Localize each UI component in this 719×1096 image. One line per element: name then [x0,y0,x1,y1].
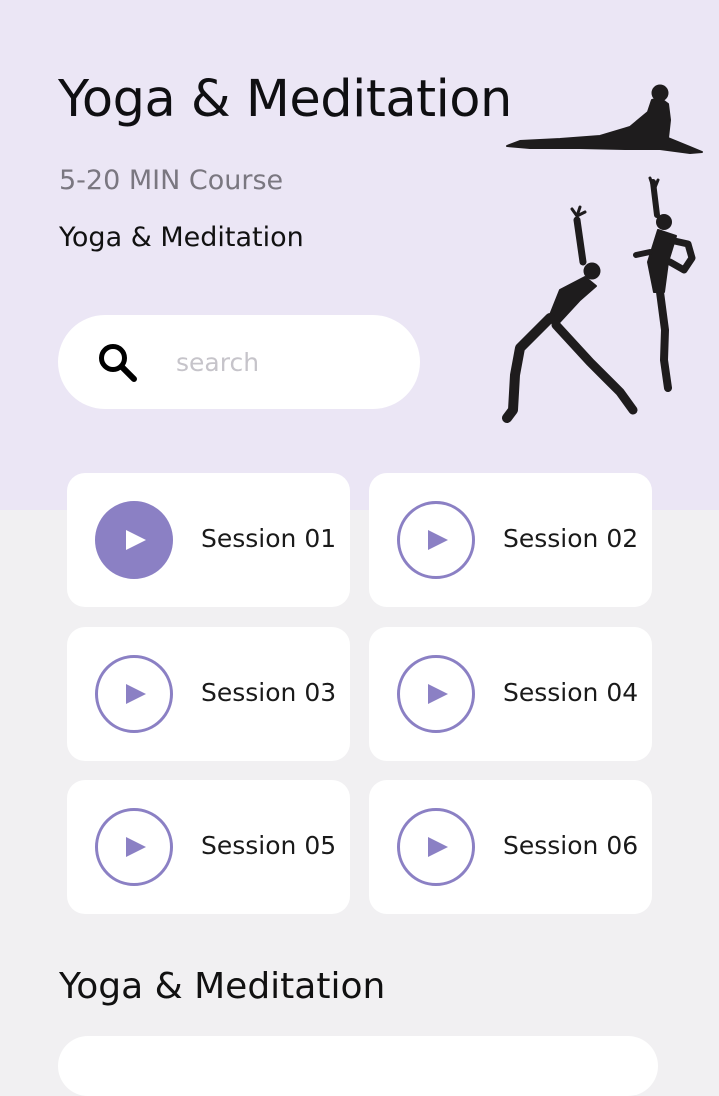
yoga-poses-illustration [502,84,703,423]
session-card-03[interactable]: Session 03 [67,627,350,761]
session-label: Session 01 [201,524,337,553]
meditation-card[interactable] [58,1036,658,1096]
session-label: Session 02 [503,524,639,553]
session-label: Session 05 [201,831,337,860]
play-icon[interactable] [95,808,173,886]
session-card-04[interactable]: Session 04 [369,627,652,761]
play-icon[interactable] [95,501,173,579]
section-title: Yoga & Meditation [59,966,386,1007]
course-duration: 5-20 MIN Course [59,165,284,196]
search-icon[interactable] [95,340,141,386]
play-icon[interactable] [397,808,475,886]
search-input[interactable] [176,340,396,384]
play-icon[interactable] [397,655,475,733]
play-icon[interactable] [397,501,475,579]
session-card-05[interactable]: Session 05 [67,780,350,914]
page-title: Yoga & Meditation [58,70,512,129]
session-card-01[interactable]: Session 01 [67,473,350,607]
play-icon[interactable] [95,655,173,733]
session-label: Session 06 [503,831,639,860]
session-label: Session 04 [503,678,639,707]
course-subtitle: Yoga & Meditation [59,222,304,253]
session-card-06[interactable]: Session 06 [369,780,652,914]
session-label: Session 03 [201,678,337,707]
session-card-02[interactable]: Session 02 [369,473,652,607]
